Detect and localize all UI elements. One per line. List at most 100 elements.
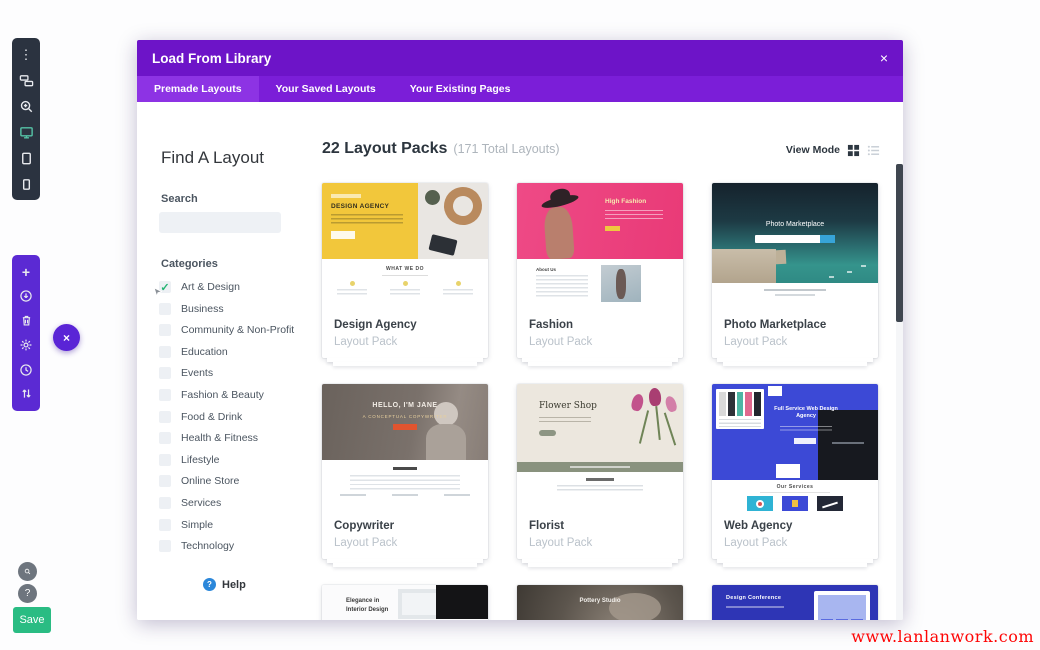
checkbox[interactable] — [159, 432, 171, 444]
card-info: Florist Layout Pack — [517, 511, 683, 549]
layout-pack-card-fashion[interactable]: High Fashion About Us — [517, 183, 683, 358]
thumb-section-text: About Us — [536, 267, 556, 272]
modal-close-icon[interactable]: × — [880, 50, 888, 66]
tab-your-existing-pages[interactable]: Your Existing Pages — [393, 76, 528, 102]
category-art-design[interactable]: ✓ Art & Design — [159, 281, 314, 293]
save-to-library-icon[interactable] — [15, 287, 37, 305]
page-help-button[interactable]: ? — [18, 584, 37, 603]
thumb-art — [829, 276, 834, 278]
checkbox[interactable] — [159, 389, 171, 401]
thumb-hero: Design Conference — [712, 585, 878, 620]
thumb-art — [436, 585, 488, 619]
thumb-art — [655, 406, 661, 440]
checkbox[interactable] — [159, 346, 171, 358]
checkbox[interactable] — [159, 324, 171, 336]
thumb-art — [350, 475, 460, 491]
help-link[interactable]: ? Help — [203, 578, 314, 591]
thumb-art — [775, 294, 815, 296]
category-education[interactable]: Education — [159, 346, 314, 358]
thumb-art — [847, 271, 852, 273]
checkbox[interactable] — [159, 540, 171, 552]
category-online-store[interactable]: Online Store — [159, 475, 314, 487]
checkbox[interactable] — [159, 411, 171, 423]
grid-cell: Full Service Web Design Agency Our Servi… — [712, 384, 878, 559]
add-icon[interactable]: + — [15, 263, 37, 281]
stack-layer — [528, 563, 672, 567]
category-services[interactable]: Services — [159, 497, 314, 509]
category-label: Online Store — [181, 475, 239, 487]
fab-close-button[interactable]: × — [53, 324, 80, 351]
delete-icon[interactable] — [15, 312, 37, 330]
tab-your-saved-layouts[interactable]: Your Saved Layouts — [259, 76, 393, 102]
thumb-art — [776, 464, 800, 478]
checkbox[interactable] — [159, 519, 171, 531]
checkbox[interactable] — [159, 454, 171, 466]
category-technology[interactable]: Technology — [159, 540, 314, 552]
wireframe-view-icon[interactable] — [15, 71, 37, 89]
stack-layer — [333, 362, 477, 366]
layout-pack-card-florist[interactable]: Flower Shop — [517, 384, 683, 559]
thumb-art — [760, 492, 830, 493]
thumb-art — [726, 606, 784, 608]
page-zoom-button[interactable] — [18, 562, 37, 581]
checkbox[interactable] — [159, 303, 171, 315]
thumb-section: Our Services — [712, 480, 878, 511]
layout-pack-card-design-agency[interactable]: DESIGN AGENCY WHAT WE DO — [322, 183, 488, 358]
thumb-art — [780, 426, 832, 433]
settings-icon[interactable] — [15, 336, 37, 354]
checkbox[interactable] — [159, 475, 171, 487]
results-header: 22 Layout Packs (171 Total Layouts) View… — [322, 140, 880, 158]
stack-layer — [528, 362, 672, 366]
zoom-icon[interactable] — [15, 97, 37, 115]
category-fashion-beauty[interactable]: Fashion & Beauty — [159, 389, 314, 401]
layout-pack-card-design-conference[interactable]: Design Conference — [712, 585, 878, 620]
layout-pack-card-photo-marketplace[interactable]: Photo Marketplace Photo Marketplace Layo… — [712, 183, 878, 358]
category-simple[interactable]: Simple — [159, 519, 314, 531]
search-input[interactable] — [159, 212, 281, 233]
layout-thumbnail: Elegance in Interior Design — [322, 585, 488, 620]
tab-premade-layouts[interactable]: Premade Layouts — [137, 76, 259, 102]
card-info: Fashion Layout Pack — [517, 310, 683, 348]
grid-view-icon[interactable] — [847, 144, 860, 157]
history-icon[interactable] — [15, 361, 37, 379]
category-food-drink[interactable]: Food & Drink — [159, 411, 314, 423]
layout-pack-card-web-agency[interactable]: Full Service Web Design Agency Our Servi… — [712, 384, 878, 559]
kebab-menu-icon[interactable]: ⋮ — [15, 45, 37, 63]
desktop-view-icon[interactable] — [15, 123, 37, 141]
grid-cell: Photo Marketplace Photo Marketplace Layo… — [712, 183, 878, 358]
checkbox[interactable] — [159, 497, 171, 509]
thumb-art — [337, 281, 367, 295]
thumb-section: About Us — [517, 259, 683, 310]
checkbox-checked[interactable]: ✓ — [159, 281, 171, 293]
category-business[interactable]: Business — [159, 303, 314, 315]
phone-view-icon[interactable] — [15, 175, 37, 193]
category-health-fitness[interactable]: Health & Fitness — [159, 432, 314, 444]
layout-pack-card-copywriter[interactable]: HELLO, I'M JANE A CONCEPTUAL COPYWRITER — [322, 384, 488, 559]
thumb-art — [820, 235, 835, 243]
modal-scrollbar-thumb[interactable] — [896, 164, 903, 322]
modal-header: Load From Library × — [137, 40, 903, 76]
category-label: Health & Fitness — [181, 432, 258, 444]
thumb-art — [393, 424, 417, 430]
category-community-non-profit[interactable]: Community & Non-Profit — [159, 324, 314, 336]
layout-pack-card-pottery-studio[interactable]: Pottery Studio — [517, 585, 683, 620]
thumb-art — [755, 235, 835, 243]
list-view-icon[interactable] — [867, 144, 880, 157]
layout-thumbnail: Pottery Studio — [517, 585, 683, 620]
grid-cell: Design Conference — [712, 585, 878, 620]
thumb-hero: Photo Marketplace — [712, 183, 878, 283]
checkbox[interactable] — [159, 367, 171, 379]
swap-icon[interactable] — [15, 385, 37, 403]
layout-pack-card-interior-design[interactable]: Elegance in Interior Design — [322, 585, 488, 620]
category-events[interactable]: Events — [159, 367, 314, 379]
thumb-art — [764, 289, 826, 291]
thumb-hero-text: High Fashion — [605, 198, 646, 205]
category-label: Technology — [181, 540, 234, 552]
layout-thumbnail: Design Conference — [712, 585, 878, 620]
layout-thumbnail: DESIGN AGENCY WHAT WE DO — [322, 183, 488, 310]
save-button[interactable]: Save — [13, 607, 51, 633]
category-lifestyle[interactable]: Lifestyle — [159, 454, 314, 466]
thumb-hero: HELLO, I'M JANE A CONCEPTUAL COPYWRITER — [322, 384, 488, 460]
tablet-view-icon[interactable] — [15, 149, 37, 167]
category-label: Art & Design — [181, 281, 240, 293]
